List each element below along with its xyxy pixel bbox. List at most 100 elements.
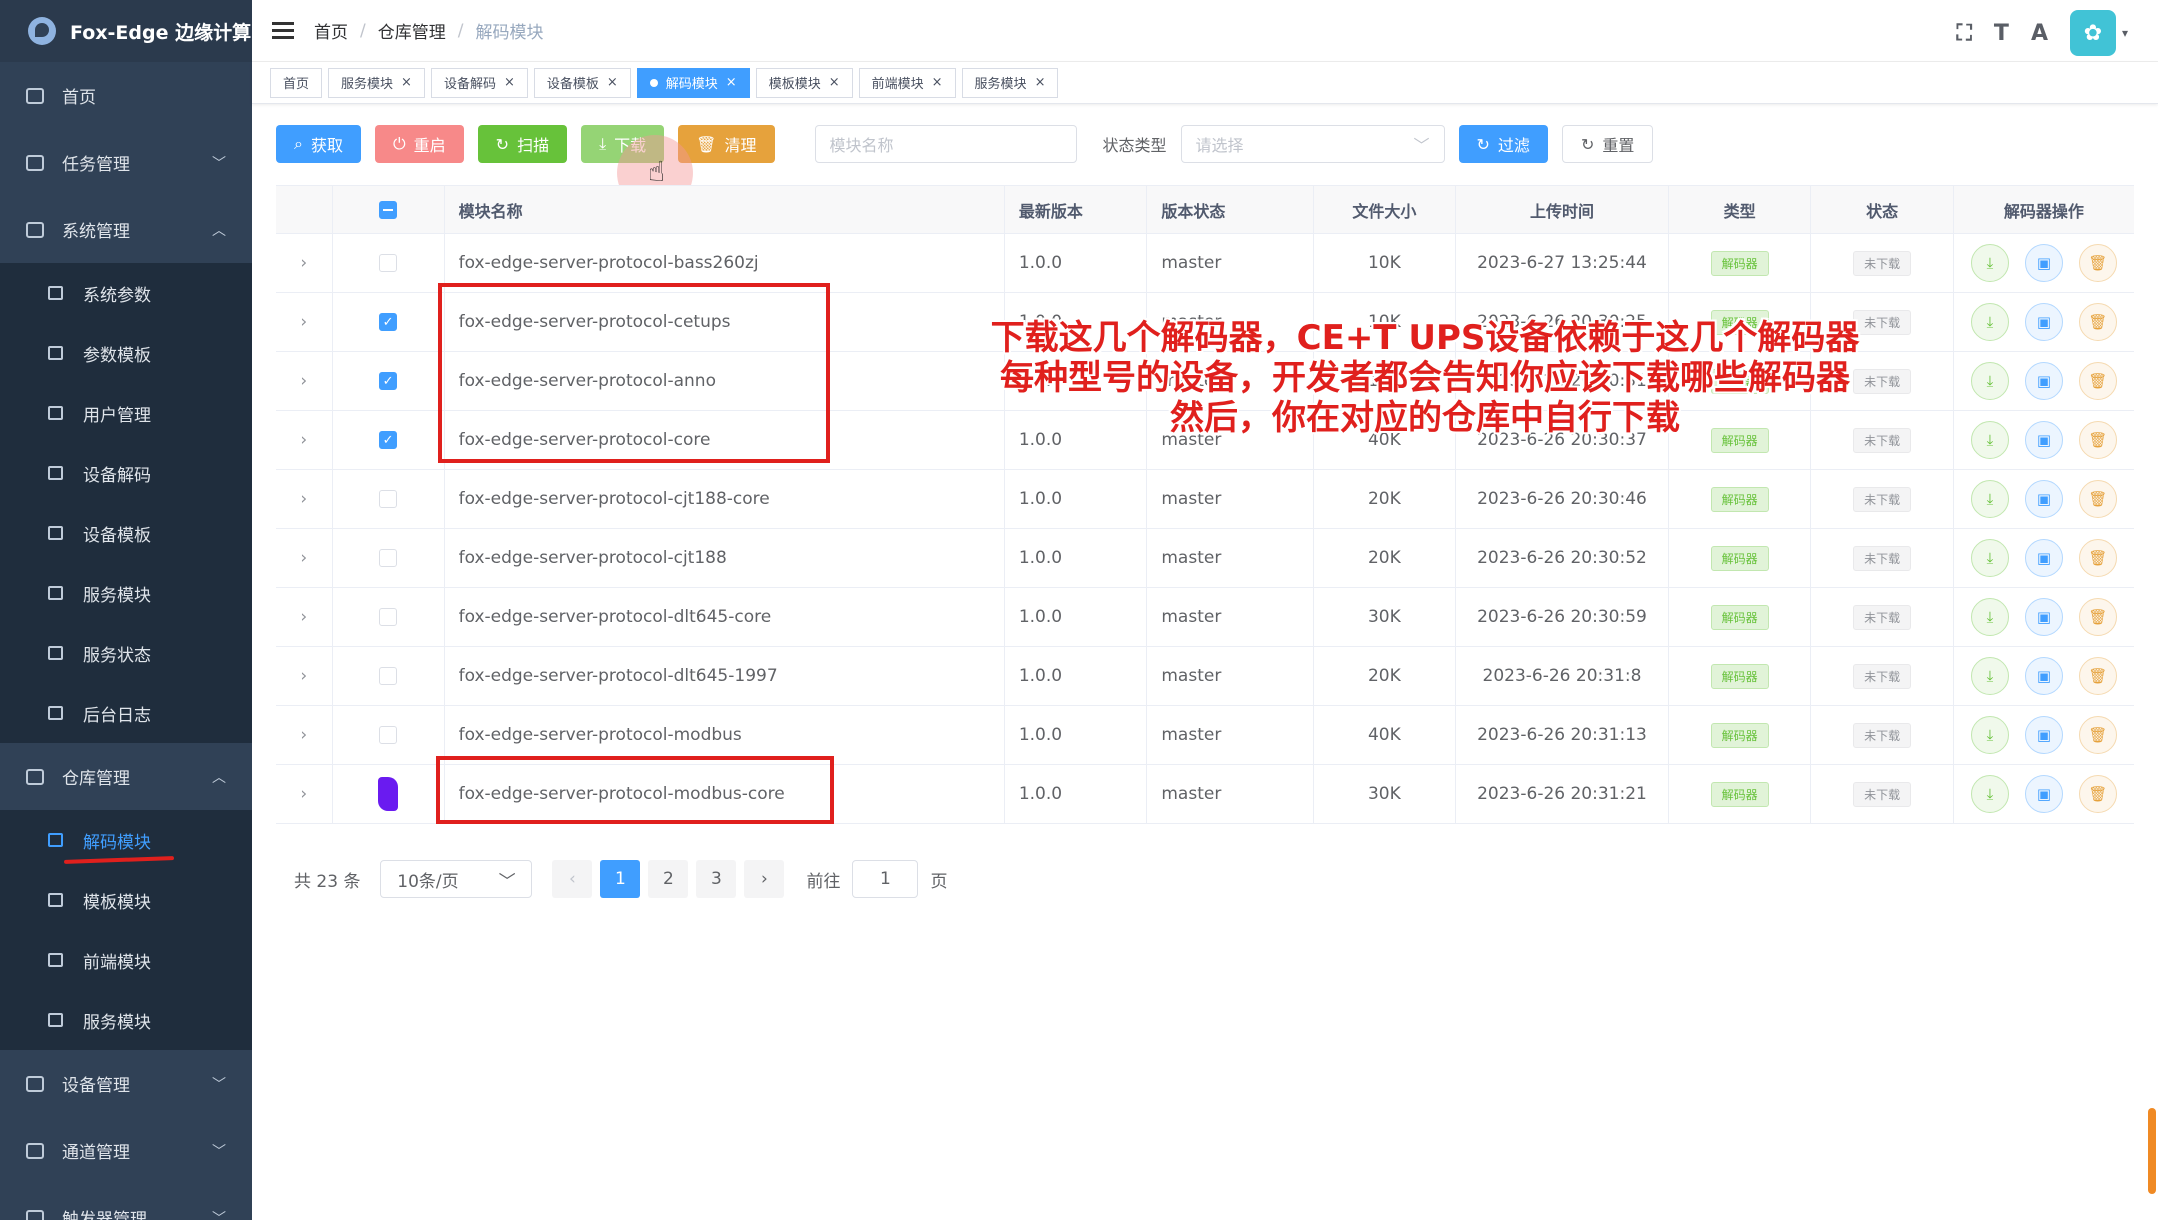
- trash-icon[interactable]: 🗑: [2078, 775, 2117, 813]
- save-icon[interactable]: ▣: [2024, 539, 2063, 577]
- row-checkbox[interactable]: ✓: [379, 313, 398, 331]
- tag-template-module[interactable]: 模板模块 ×: [755, 67, 853, 98]
- page-2-button[interactable]: 2: [648, 860, 689, 898]
- row-checkbox[interactable]: [379, 254, 398, 272]
- sidebar-item-home[interactable]: 首页: [0, 62, 252, 129]
- status-type-select[interactable]: 请选择 ﹀: [1180, 125, 1445, 163]
- tag-home[interactable]: 首页: [270, 67, 323, 98]
- tag-service-module-2[interactable]: 服务模块 ×: [961, 67, 1059, 98]
- row-checkbox[interactable]: [379, 549, 398, 567]
- expand-chevron-icon[interactable]: ›: [276, 588, 333, 646]
- download-icon[interactable]: ⤓: [1970, 539, 2009, 577]
- tag-device-template[interactable]: 设备模板 ×: [533, 67, 631, 98]
- close-icon[interactable]: ×: [932, 75, 943, 90]
- sidebar-item-tasks[interactable]: 任务管理 ﹀: [0, 129, 252, 196]
- restart-button[interactable]: ⏻ 重启: [374, 125, 464, 163]
- prev-page-button[interactable]: ‹: [552, 860, 593, 898]
- save-icon[interactable]: ▣: [2024, 480, 2063, 518]
- trash-icon[interactable]: 🗑: [2078, 539, 2117, 577]
- row-checkbox[interactable]: [379, 608, 398, 626]
- tag-service-module[interactable]: 服务模块 ×: [328, 67, 425, 98]
- table-row[interactable]: › fox-edge-server-protocol-dlt645-1997 1.0…: [276, 647, 2134, 706]
- expand-chevron-icon[interactable]: ›: [276, 411, 333, 469]
- fetch-button[interactable]: ⌕ 获取: [276, 125, 361, 163]
- tag-decode-module[interactable]: 解码模块 ×: [636, 67, 750, 98]
- app-logo[interactable]: Fox-Edge 边缘计算: [0, 0, 252, 62]
- scrollbar-thumb[interactable]: [2148, 1108, 2156, 1194]
- close-icon[interactable]: ×: [607, 75, 618, 90]
- page-3-button[interactable]: 3: [696, 860, 737, 898]
- hamburger-icon[interactable]: [272, 18, 294, 43]
- save-icon[interactable]: ▣: [2024, 775, 2063, 813]
- expand-chevron-icon[interactable]: ›: [276, 765, 333, 823]
- save-icon[interactable]: ▣: [2024, 716, 2063, 754]
- save-icon[interactable]: ▣: [2024, 421, 2063, 459]
- trash-icon[interactable]: 🗑: [2078, 244, 2117, 282]
- expand-chevron-icon[interactable]: ›: [276, 529, 333, 587]
- sidebar-item-template-module[interactable]: 模板模块: [0, 870, 252, 930]
- download-icon[interactable]: ⤓: [1970, 775, 2009, 813]
- clean-button[interactable]: 🗑 清理: [678, 125, 775, 163]
- trash-icon[interactable]: 🗑: [2078, 716, 2117, 754]
- save-icon[interactable]: ▣: [2024, 303, 2063, 341]
- sidebar-item-service-status[interactable]: 服务状态: [0, 623, 252, 683]
- page-1-button[interactable]: 1: [600, 860, 641, 898]
- sidebar-item-frontend-module[interactable]: 前端模块: [0, 930, 252, 990]
- page-size-select[interactable]: 10条/页 ﹀: [380, 860, 533, 898]
- sidebar-item-logs[interactable]: 后台日志: [0, 683, 252, 743]
- download-icon[interactable]: ⤓: [1970, 657, 2009, 695]
- download-icon[interactable]: ⤓: [1970, 362, 2009, 400]
- download-icon[interactable]: ⤓: [1970, 421, 2009, 459]
- trash-icon[interactable]: 🗑: [2078, 598, 2117, 636]
- filter-button[interactable]: ↻ 过滤: [1458, 125, 1548, 163]
- goto-page-input[interactable]: 1: [852, 860, 919, 898]
- expand-chevron-icon[interactable]: ›: [276, 293, 333, 351]
- trash-icon[interactable]: 🗑: [2078, 362, 2117, 400]
- sidebar-item-decode-module[interactable]: 解码模块: [0, 810, 252, 870]
- expand-chevron-icon[interactable]: ›: [276, 352, 333, 410]
- close-icon[interactable]: ×: [401, 75, 412, 90]
- row-checkbox[interactable]: [379, 667, 398, 685]
- table-row[interactable]: › fox-edge-server-protocol-cjt188 1.0.0 mas…: [276, 529, 2134, 588]
- close-icon[interactable]: ×: [726, 75, 737, 90]
- trash-icon[interactable]: 🗑: [2078, 480, 2117, 518]
- sidebar-item-triggers[interactable]: 触发器管理 ﹀: [0, 1184, 252, 1220]
- sidebar-item-device-decode[interactable]: 设备解码: [0, 443, 252, 503]
- download-icon[interactable]: ⤓: [1970, 716, 2009, 754]
- expand-chevron-icon[interactable]: ›: [276, 706, 333, 764]
- sidebar-item-service-module[interactable]: 服务模块: [0, 563, 252, 623]
- download-icon[interactable]: ⤓: [1970, 244, 2009, 282]
- reset-button[interactable]: ↻ 重置: [1561, 125, 1654, 163]
- row-checkbox[interactable]: [378, 777, 399, 811]
- save-icon[interactable]: ▣: [2024, 362, 2063, 400]
- scan-button[interactable]: ↻ 扫描: [477, 125, 568, 163]
- expand-chevron-icon[interactable]: ›: [276, 647, 333, 705]
- sidebar-item-users[interactable]: 用户管理: [0, 383, 252, 443]
- row-checkbox[interactable]: ✓: [379, 372, 398, 390]
- tag-frontend-module[interactable]: 前端模块 ×: [858, 67, 956, 98]
- translate-icon[interactable]: A: [2031, 21, 2048, 46]
- close-icon[interactable]: ×: [1035, 75, 1046, 90]
- save-icon[interactable]: ▣: [2024, 657, 2063, 695]
- module-name-input[interactable]: 模块名称: [814, 125, 1077, 163]
- close-icon[interactable]: ×: [829, 75, 840, 90]
- row-checkbox[interactable]: [379, 726, 398, 744]
- avatar[interactable]: ✿: [2069, 10, 2116, 56]
- sidebar-item-device-template[interactable]: 设备模板: [0, 503, 252, 563]
- tag-device-decode[interactable]: 设备解码 ×: [430, 67, 528, 98]
- breadcrumb-repository[interactable]: 仓库管理: [378, 18, 446, 43]
- next-page-button[interactable]: ›: [744, 860, 785, 898]
- select-all-checkbox[interactable]: [379, 200, 398, 219]
- download-icon[interactable]: ⤓: [1970, 480, 2009, 518]
- breadcrumb-home[interactable]: 首页: [314, 18, 348, 43]
- sidebar-item-channels[interactable]: 通道管理 ﹀: [0, 1117, 252, 1184]
- trash-icon[interactable]: 🗑: [2078, 657, 2117, 695]
- sidebar-item-param-template[interactable]: 参数模板: [0, 323, 252, 383]
- trash-icon[interactable]: 🗑: [2078, 303, 2117, 341]
- sidebar-item-repo-service-module[interactable]: 服务模块: [0, 990, 252, 1050]
- save-icon[interactable]: ▣: [2024, 244, 2063, 282]
- save-icon[interactable]: ▣: [2024, 598, 2063, 636]
- table-row[interactable]: › fox-edge-server-protocol-dlt645-core 1.0…: [276, 588, 2134, 647]
- caret-down-icon[interactable]: ▾: [2122, 26, 2128, 40]
- fullscreen-icon[interactable]: ⛶: [1957, 21, 1972, 46]
